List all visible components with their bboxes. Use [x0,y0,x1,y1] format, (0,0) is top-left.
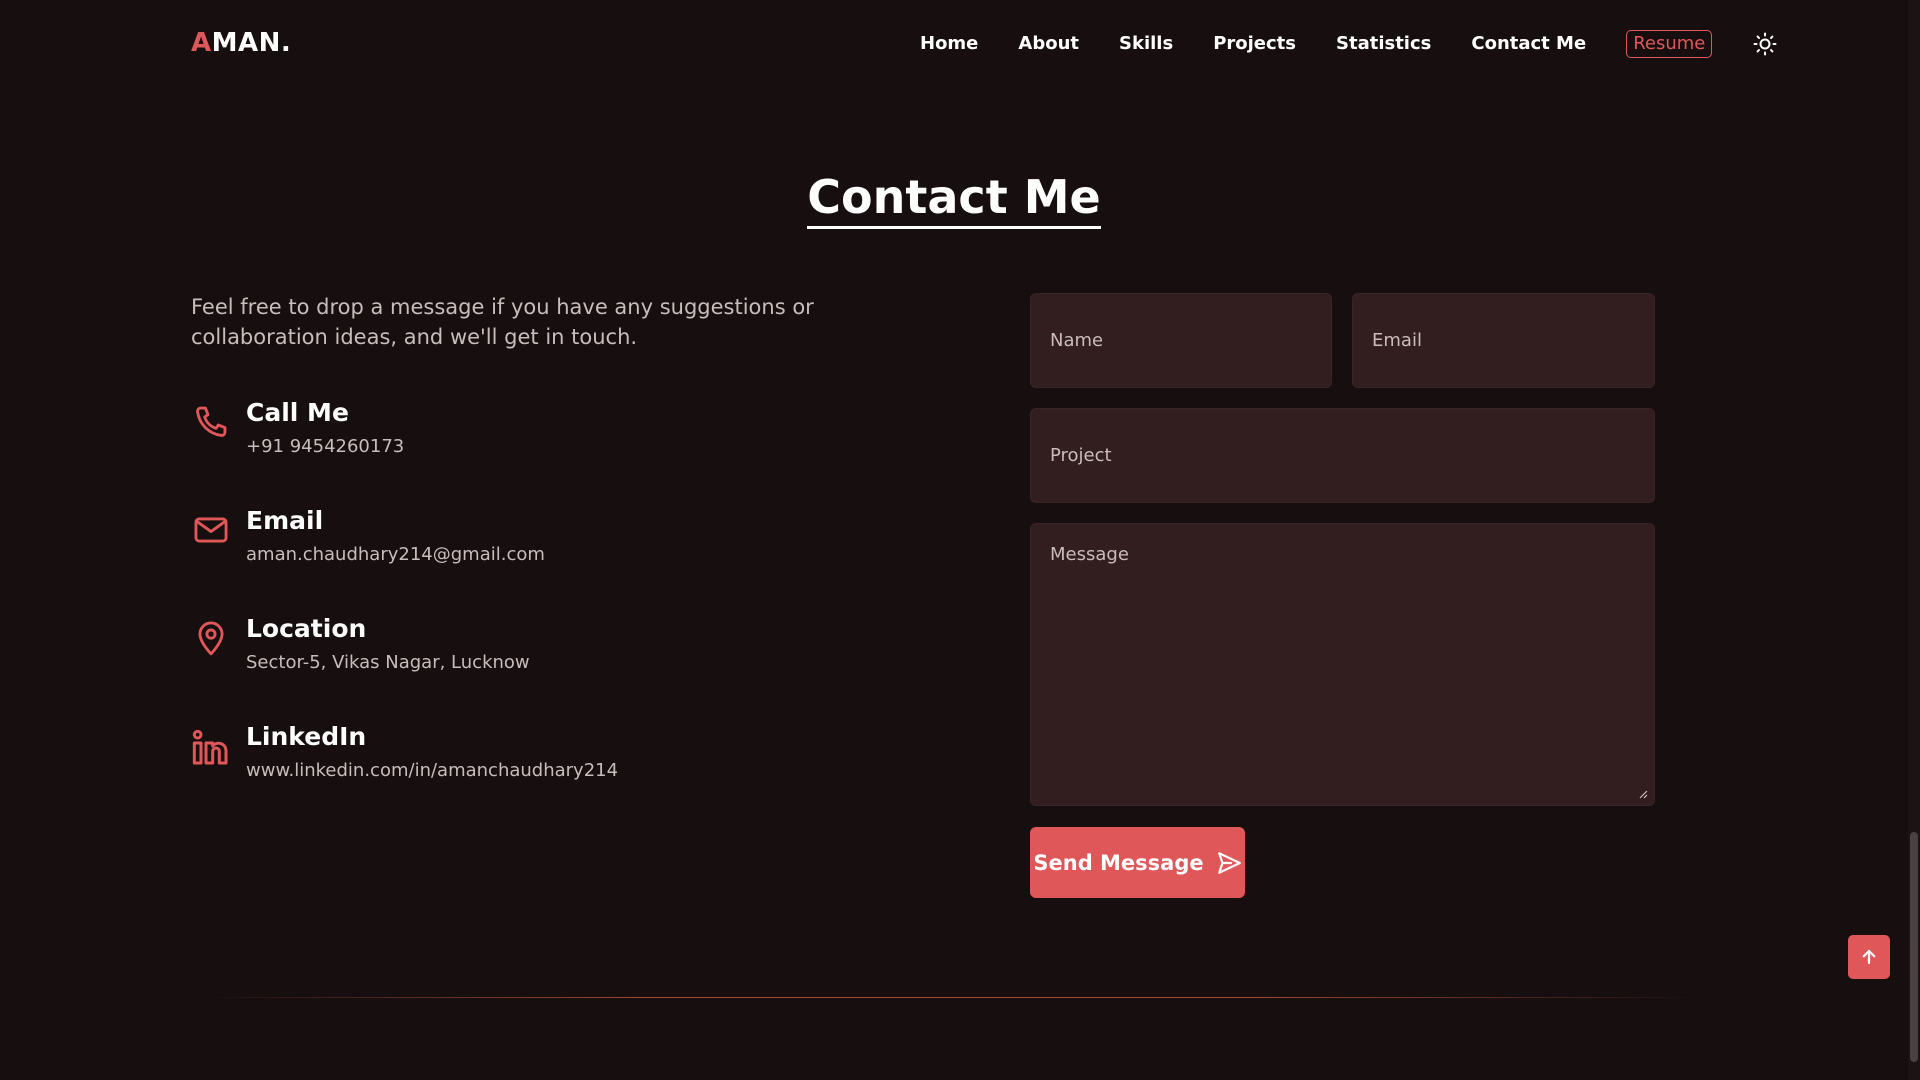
navbar: AMAN. Home About Skills Projects Statist… [0,0,1908,88]
arrow-up-icon [1862,949,1876,965]
location-pin-icon [191,618,231,658]
name-field-wrapper [1030,293,1332,388]
mail-icon [191,510,231,550]
section-title-text: Contact Me [807,170,1101,229]
logo[interactable]: AMAN. [191,28,291,58]
contact-value-location: Sector-5, Vikas Nagar, Lucknow [246,652,530,673]
theme-toggle-button[interactable] [1752,31,1778,57]
sun-icon [1753,32,1777,56]
contact-label-linkedin: LinkedIn [246,722,367,751]
email-field-wrapper [1352,293,1655,388]
contact-item-phone: Call Me +91 9454260173 [191,398,891,468]
contact-item-linkedin: LinkedIn www.linkedin.com/in/amanchaudha… [191,722,891,792]
email-input[interactable] [1353,294,1654,387]
project-input[interactable] [1031,409,1654,502]
nav-item-about[interactable]: About [1018,32,1079,56]
scrollbar-thumb[interactable] [1910,832,1918,1062]
contact-label-phone: Call Me [246,398,349,427]
name-input[interactable] [1031,294,1331,387]
nav-item-projects[interactable]: Projects [1213,32,1296,56]
send-icon [1217,851,1241,874]
phone-icon [191,402,231,442]
footer-divider [200,997,1700,998]
message-field-wrapper [1030,523,1655,806]
section-title: Contact Me [0,170,1908,229]
logo-text: MAN. [211,28,292,58]
contact-label-location: Location [246,614,367,643]
nav-item-home[interactable]: Home [920,32,978,56]
scrollbar[interactable] [1908,0,1920,1080]
nav-item-statistics[interactable]: Statistics [1336,32,1431,56]
contact-item-email: Email aman.chaudhary214@gmail.com [191,506,891,576]
contact-value-email[interactable]: aman.chaudhary214@gmail.com [246,544,545,565]
contact-value-phone[interactable]: +91 9454260173 [246,436,404,457]
nav-links: Home About Skills Projects Statistics Co… [920,30,1778,58]
logo-initial: A [191,28,212,58]
contact-value-linkedin[interactable]: www.linkedin.com/in/amanchaudhary214 [246,760,618,781]
nav-item-contact[interactable]: Contact Me [1471,32,1586,56]
resume-button[interactable]: Resume [1626,30,1713,58]
contact-label-email: Email [246,506,324,535]
send-message-button[interactable]: Send Message [1030,827,1245,898]
nav-item-skills[interactable]: Skills [1119,32,1173,56]
contact-page: AMAN. Home About Skills Projects Statist… [0,0,1920,1080]
send-message-label: Send Message [1033,850,1204,875]
intro-text: Feel free to drop a message if you have … [191,295,814,349]
scroll-to-top-button[interactable] [1848,935,1890,979]
resize-handle-icon[interactable] [1638,789,1648,799]
linkedin-icon [191,728,231,768]
contact-item-location: Location Sector-5, Vikas Nagar, Lucknow [191,614,891,684]
message-textarea[interactable] [1031,524,1654,805]
project-field-wrapper [1030,408,1655,503]
